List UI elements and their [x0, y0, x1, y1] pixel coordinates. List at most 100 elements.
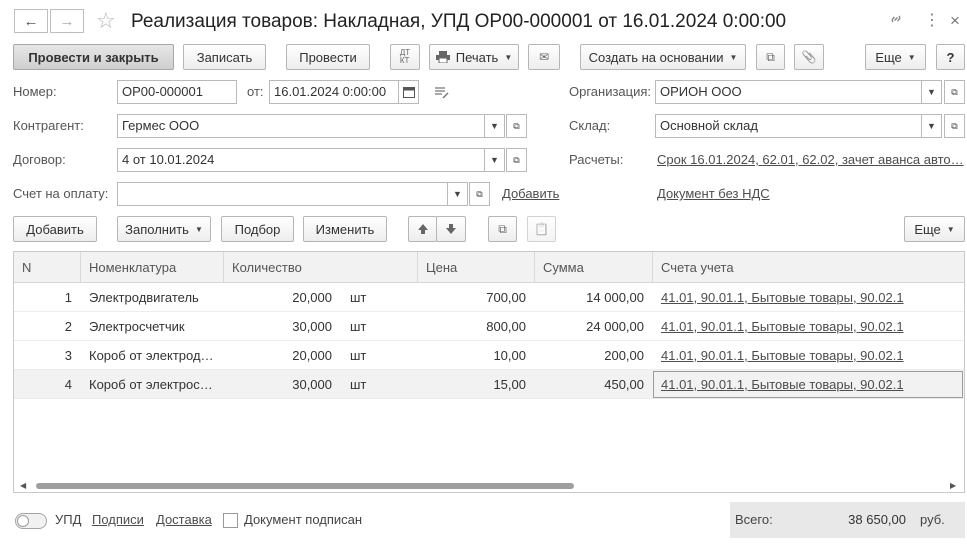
counterparty-dropdown[interactable]: ▼	[484, 114, 505, 138]
back-button[interactable]: ←	[14, 9, 48, 33]
cell-quantity: 20,000	[292, 348, 332, 363]
column-item[interactable]: Номенклатура	[81, 252, 224, 283]
signatures-link[interactable]: Подписи	[92, 508, 144, 532]
post-and-close-button[interactable]: Провести и закрыть	[13, 44, 174, 70]
calendar-icon	[402, 87, 415, 98]
copy-row-button[interactable]: ⧉	[488, 216, 517, 242]
column-accounts[interactable]: Счета учета	[653, 252, 964, 283]
warehouse-open-button[interactable]: ⧉	[944, 114, 965, 138]
column-sum[interactable]: Сумма	[535, 252, 653, 283]
structure-icon: ⧉	[766, 49, 775, 64]
warehouse-dropdown[interactable]: ▼	[921, 114, 942, 138]
attach-button[interactable]: 📎	[794, 44, 824, 70]
cell-unit: шт	[350, 290, 367, 305]
table-row[interactable]: 3 Короб от электрод… 20,000 шт 10,00 200…	[14, 341, 964, 370]
invoice-field[interactable]	[117, 182, 448, 206]
email-button[interactable]: ✉	[528, 44, 560, 70]
scroll-right-icon[interactable]: ▶	[950, 481, 956, 490]
fill-button[interactable]: Заполнить ▼	[117, 216, 211, 242]
cell-quantity: 30,000	[292, 319, 332, 334]
more-menu-icon[interactable]: ⋮	[924, 11, 940, 31]
contract-field[interactable]: 4 от 10.01.2024	[117, 148, 485, 172]
cell-accounts[interactable]: 41.01, 90.01.1, Бытовые товары, 90.02.1	[661, 341, 961, 370]
save-button[interactable]: Записать	[183, 44, 266, 70]
warehouse-label: Склад:	[569, 118, 611, 133]
upd-toggle[interactable]	[15, 513, 47, 529]
invoice-open-button[interactable]: ⧉	[469, 182, 490, 206]
more-button[interactable]: Еще ▼	[865, 44, 926, 70]
date-field[interactable]: 16.01.2024 0:00:00	[269, 80, 399, 104]
open-form-icon: ⧉	[476, 188, 483, 199]
link-icon[interactable]	[888, 11, 904, 33]
organization-open-button[interactable]: ⧉	[944, 80, 965, 104]
chevron-down-icon: ▼	[729, 52, 738, 62]
column-price[interactable]: Цена	[418, 252, 535, 283]
table-row-selected[interactable]: 4 Короб от электрос… 30,000 шт 15,00 450…	[14, 370, 964, 399]
organization-field[interactable]: ОРИОН ООО	[655, 80, 922, 104]
vat-document-link[interactable]: Документ без НДС	[657, 182, 770, 206]
cell-accounts[interactable]: 41.01, 90.01.1, Бытовые товары, 90.02.1	[661, 283, 961, 312]
dtkt-button[interactable]: ДТ КТ	[390, 44, 420, 70]
paste-row-button[interactable]: 📋	[527, 216, 556, 242]
structure-button[interactable]: ⧉	[756, 44, 785, 70]
paperclip-icon: 📎	[801, 50, 817, 64]
counterparty-label: Контрагент:	[13, 118, 84, 133]
scroll-left-icon[interactable]: ◀	[20, 481, 26, 490]
contract-dropdown[interactable]: ▼	[484, 148, 505, 172]
horizontal-scrollbar[interactable]: ◀ ▶	[14, 480, 964, 492]
table-row[interactable]: 2 Электросчетчик 30,000 шт 800,00 24 000…	[14, 312, 964, 341]
cell-accounts[interactable]: 41.01, 90.01.1, Бытовые товары, 90.02.1	[661, 312, 961, 341]
printer-icon	[435, 51, 450, 63]
help-button[interactable]: ?	[936, 44, 965, 70]
document-signed-checkbox[interactable]	[223, 513, 238, 528]
chevron-down-icon: ▼	[194, 224, 203, 234]
total-value: 38 650,00	[848, 512, 906, 527]
change-button[interactable]: Изменить	[303, 216, 387, 242]
add-row-button[interactable]: Добавить	[13, 216, 97, 242]
organization-dropdown[interactable]: ▼	[921, 80, 942, 104]
contract-open-button[interactable]: ⧉	[506, 148, 527, 172]
warehouse-field[interactable]: Основной склад	[655, 114, 922, 138]
cell-sum: 14 000,00	[586, 290, 644, 305]
print-button[interactable]: Печать ▼	[429, 44, 519, 70]
more-label: Еще	[875, 49, 902, 65]
counterparty-field[interactable]: Гермес ООО	[117, 114, 485, 138]
open-form-icon: ⧉	[951, 120, 958, 131]
move-down-button[interactable]	[436, 216, 466, 242]
table-row[interactable]: 1 Электродвигатель 20,000 шт 700,00 14 0…	[14, 283, 964, 312]
column-quantity[interactable]: Количество	[224, 252, 418, 283]
invoice-dropdown[interactable]: ▼	[447, 182, 468, 206]
calendar-button[interactable]	[398, 80, 419, 104]
number-field[interactable]: ОР00-000001	[117, 80, 237, 104]
dtkt-icon: ДТ КТ	[399, 48, 411, 65]
scrollbar-thumb[interactable]	[36, 483, 574, 489]
post-button[interactable]: Провести	[286, 44, 370, 70]
chain-link-icon	[891, 15, 901, 23]
chevron-down-icon: ▼	[504, 52, 513, 62]
pick-button[interactable]: Подбор	[221, 216, 294, 242]
page-title: Реализация товаров: Накладная, УПД ОР00-…	[131, 11, 787, 32]
cell-n: 2	[64, 319, 72, 334]
close-icon[interactable]: ×	[950, 11, 960, 31]
favorite-star-icon[interactable]: ☆	[96, 9, 116, 33]
table-more-button[interactable]: Еще ▼	[904, 216, 965, 242]
create-based-on-button[interactable]: Создать на основании ▼	[580, 44, 746, 70]
contract-label: Договор:	[13, 152, 66, 167]
column-n[interactable]: N	[14, 252, 81, 283]
upd-label: УПД	[55, 512, 82, 527]
organization-label: Организация:	[569, 84, 652, 99]
edit-number-icon[interactable]	[434, 86, 450, 103]
cell-accounts[interactable]: 41.01, 90.01.1, Бытовые товары, 90.02.1	[661, 370, 961, 399]
open-form-icon: ⧉	[951, 86, 958, 97]
move-up-button[interactable]	[408, 216, 437, 242]
add-invoice-link[interactable]: Добавить	[502, 182, 559, 206]
cell-price: 800,00	[486, 319, 526, 334]
delivery-link[interactable]: Доставка	[156, 508, 212, 532]
open-form-icon: ⧉	[513, 120, 520, 131]
chevron-down-icon: ▼	[946, 224, 955, 234]
counterparty-open-button[interactable]: ⧉	[506, 114, 527, 138]
forward-button[interactable]: →	[50, 9, 84, 33]
document-signed-label: Документ подписан	[244, 512, 363, 527]
chevron-down-icon: ▼	[927, 87, 936, 97]
settlements-link[interactable]: Срок 16.01.2024, 62.01, 62.02, зачет ава…	[657, 148, 964, 172]
